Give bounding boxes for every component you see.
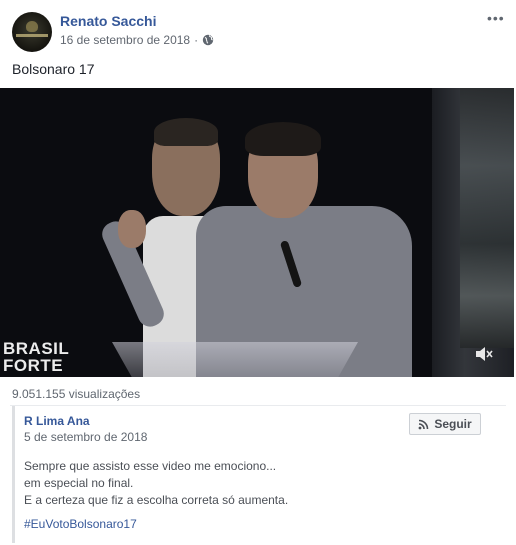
shared-author-name[interactable]: R Lima Ana xyxy=(24,414,90,428)
video-person-left-hair xyxy=(154,118,218,146)
video-player[interactable]: BRASIL FORTE xyxy=(0,88,514,377)
hashtag-link[interactable]: #EuVotoBolsonaro17 xyxy=(24,517,137,531)
post-date[interactable]: 16 de setembro de 2018 xyxy=(60,33,190,47)
follow-label: Seguir xyxy=(434,417,472,431)
shared-text-line: em especial no final. xyxy=(24,476,134,490)
post-card: Renato Sacchi 16 de setembro de 2018 · •… xyxy=(0,0,516,545)
video-brand-overlay: BRASIL FORTE xyxy=(3,340,83,374)
shared-text-line: Sempre que assisto esse video me emocion… xyxy=(24,459,277,473)
avatar-emblem xyxy=(26,21,38,32)
rss-icon xyxy=(418,419,429,429)
shared-text-line: E a certeza que fiz a escolha correta só… xyxy=(24,493,289,507)
brand-line-1: BRASIL xyxy=(3,339,70,358)
divider xyxy=(10,405,506,406)
author-avatar[interactable] xyxy=(12,12,52,52)
video-speaker-hand xyxy=(118,210,146,248)
globe-icon[interactable] xyxy=(202,34,214,46)
video-backdrop xyxy=(460,88,514,348)
meta-separator: · xyxy=(194,33,199,47)
view-count: 9.051.155 visualizações xyxy=(12,387,141,401)
shared-post-bar xyxy=(12,406,15,543)
speaker-muted-icon[interactable] xyxy=(474,345,494,363)
shared-post-text: Sempre que assisto esse video me emocion… xyxy=(24,458,288,509)
more-options-button[interactable]: ••• xyxy=(487,10,505,26)
author-name[interactable]: Renato Sacchi xyxy=(60,13,156,29)
brand-line-2: FORTE xyxy=(3,356,64,375)
follow-button[interactable]: Seguir xyxy=(409,413,481,435)
avatar-band xyxy=(16,34,48,37)
post-text: Bolsonaro 17 xyxy=(12,61,95,77)
video-lectern xyxy=(112,342,358,377)
video-speaker-hair xyxy=(245,122,321,156)
shared-post-date[interactable]: 5 de setembro de 2018 xyxy=(24,430,147,444)
post-meta: 16 de setembro de 2018 · xyxy=(60,33,214,47)
